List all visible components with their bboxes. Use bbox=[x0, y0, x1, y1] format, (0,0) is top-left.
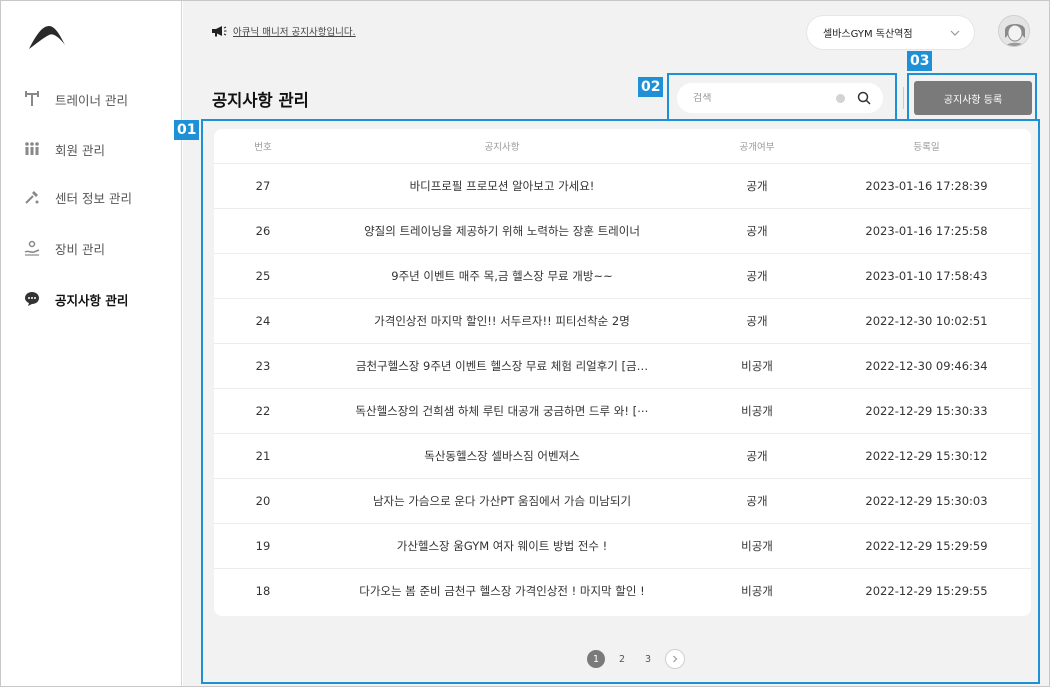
register-highlight-box bbox=[907, 73, 1037, 121]
sidebar-item-notice[interactable]: 공지사항 관리 bbox=[23, 289, 128, 309]
dumbbell-icon bbox=[23, 90, 41, 108]
sidebar: 트레이너 관리 회원 관리 센터 정보 관리 장비 관리 공지사항 관리 bbox=[1, 1, 182, 686]
gym-select-value: 셀바스GYM 독산역점 bbox=[823, 29, 913, 40]
chevron-down-icon bbox=[950, 30, 960, 36]
gym-select-dropdown[interactable]: 셀바스GYM 독산역점 bbox=[807, 16, 974, 49]
sidebar-item-trainer[interactable]: 트레이너 관리 bbox=[23, 89, 128, 109]
user-avatar-icon bbox=[999, 16, 1029, 46]
sidebar-item-center-info[interactable]: 센터 정보 관리 bbox=[23, 187, 132, 207]
search-annotation-tag: 02 bbox=[638, 77, 664, 97]
table-highlight-box bbox=[201, 119, 1040, 684]
sidebar-item-label: 트레이너 관리 bbox=[55, 92, 128, 108]
chat-bubble-icon bbox=[23, 290, 41, 308]
main-content: 아큐닉 매니저 공지사항입니다. 셀바스GYM 독산역점 공지사항 관리 공지사… bbox=[174, 1, 1049, 686]
table-annotation-tag: 01 bbox=[174, 120, 200, 140]
tools-icon bbox=[23, 188, 41, 206]
notice-banner[interactable]: 아큐닉 매니저 공지사항입니다. bbox=[211, 24, 356, 38]
avatar[interactable] bbox=[998, 15, 1030, 47]
people-icon bbox=[23, 140, 41, 158]
search-highlight-box bbox=[667, 73, 897, 121]
hand-equipment-icon bbox=[23, 239, 41, 257]
sidebar-item-label: 공지사항 관리 bbox=[55, 292, 129, 308]
megaphone-icon bbox=[212, 26, 227, 37]
sidebar-item-members[interactable]: 회원 관리 bbox=[23, 139, 105, 159]
register-annotation-tag: 03 bbox=[907, 51, 933, 71]
logo-icon bbox=[29, 26, 65, 49]
sidebar-item-label: 회원 관리 bbox=[55, 142, 105, 158]
sidebar-item-label: 장비 관리 bbox=[55, 241, 105, 257]
sidebar-item-label: 센터 정보 관리 bbox=[55, 190, 132, 206]
notice-link[interactable]: 아큐닉 매니저 공지사항입니다. bbox=[233, 24, 356, 38]
toolbar-divider bbox=[903, 87, 904, 109]
page-title: 공지사항 관리 bbox=[212, 91, 309, 110]
sidebar-item-equipment[interactable]: 장비 관리 bbox=[23, 238, 105, 258]
